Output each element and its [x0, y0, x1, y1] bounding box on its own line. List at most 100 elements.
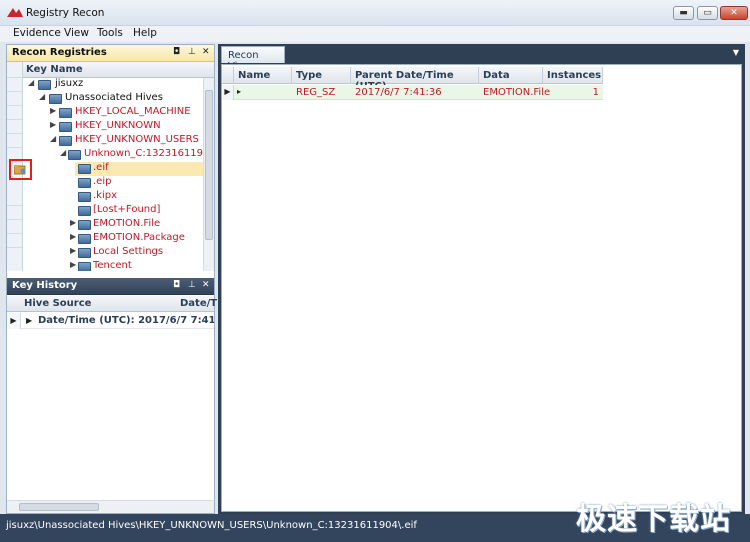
datetime-column[interactable]: Date/T — [180, 298, 217, 309]
key-history-row-text: Date/Time (UTC): 2017/6/7 7:41:36 — [38, 315, 214, 326]
hive-folder-icon — [49, 94, 62, 104]
status-path: jisuxz\Unassociated Hives\HKEY_UNKNOWN_U… — [6, 520, 417, 531]
expand-closed-icon[interactable]: ▶ — [70, 218, 78, 227]
tree-node-emotion-file[interactable]: ▶ EMOTION.File — [23, 218, 203, 232]
panel-close-icon[interactable]: ✕ — [202, 280, 210, 290]
tree-node-unknown-c[interactable]: ◢ Unknown_C:13231611904 — [23, 148, 203, 162]
tree-vertical-scrollbar[interactable] — [203, 78, 214, 271]
menu-evidence[interactable]: Evidence — [13, 27, 61, 39]
tree-node-hkey-unknown[interactable]: ▶ HKEY_UNKNOWN — [23, 120, 203, 134]
left-dock: Recon Registries ◘ ⊥ ✕ Key Name ◢ jisuxz — [6, 44, 217, 514]
menu-bar: Evidence View Tools Help — [0, 26, 750, 42]
tree-node-jisuxz[interactable]: ◢ jisuxz — [23, 78, 203, 92]
tree-node-hklm[interactable]: ▶ HKEY_LOCAL_MACHINE — [23, 106, 203, 120]
grid-corner — [222, 67, 234, 84]
registry-tree: ◢ jisuxz ◢ Unassociated Hives ▶ HKEY_LOC… — [23, 78, 203, 271]
menu-view[interactable]: View — [64, 27, 89, 39]
scrollbar-thumb[interactable] — [19, 503, 99, 511]
expand-open-icon[interactable]: ◢ — [39, 92, 47, 101]
tab-recon-view[interactable]: Recon View — [221, 46, 285, 72]
tree-node-label: .eip — [93, 176, 112, 187]
expand-closed-icon[interactable]: ▶ — [70, 246, 78, 255]
tree-node-emotion-package[interactable]: ▶ EMOTION.Package — [23, 232, 203, 246]
expand-open-icon[interactable]: ◢ — [60, 148, 68, 157]
panel-close-icon[interactable]: ✕ — [202, 47, 210, 57]
strip-divider — [7, 105, 22, 106]
key-folder-icon — [78, 262, 91, 271]
key-folder-icon — [78, 192, 91, 202]
strip-divider — [7, 91, 22, 92]
expand-closed-icon[interactable]: ▶ — [50, 120, 58, 129]
cell-instances: 1 — [592, 87, 599, 98]
close-icon: ✕ — [730, 8, 738, 18]
panel-dropdown-icon[interactable]: ◘ — [173, 280, 180, 290]
expand-closed-icon[interactable]: ▶ — [26, 316, 32, 325]
tree-node-label: HKEY_UNKNOWN — [75, 120, 161, 131]
key-folder-icon — [78, 234, 91, 244]
tree-node-unassociated-hives[interactable]: ◢ Unassociated Hives — [23, 92, 203, 106]
menu-tools[interactable]: Tools — [97, 27, 123, 39]
table-row[interactable]: ▶ ▸ REG_SZ 2017/6/7 7:41:36 EMOTION.File… — [222, 85, 603, 100]
tree-node-label: Tencent — [93, 260, 132, 271]
close-button[interactable]: ✕ — [720, 6, 748, 20]
minimize-button[interactable]: ▬ — [673, 6, 694, 20]
tree-node-hkey-unknown-users[interactable]: ◢ HKEY_UNKNOWN_USERS — [23, 134, 203, 148]
maximize-button[interactable]: ▭ — [697, 6, 718, 20]
recon-registries-title: Recon Registries — [12, 47, 107, 58]
column-parent-datetime[interactable]: Parent Date/Time (UTC) — [351, 67, 479, 92]
tree-node-eip[interactable]: .eip — [23, 176, 203, 190]
column-label: Type — [296, 70, 323, 81]
key-folder-icon — [78, 206, 91, 216]
tree-node-eif[interactable]: .eif — [75, 162, 203, 176]
strip-divider — [7, 247, 22, 248]
expand-closed-icon[interactable]: ▶ — [70, 232, 78, 241]
column-label: Name — [238, 70, 271, 81]
title-bar: Registry Recon ▬ ▭ ✕ — [0, 0, 750, 26]
column-instances[interactable]: Instances — [543, 67, 603, 84]
strip-divider — [7, 233, 22, 234]
key-folder-icon — [59, 136, 72, 146]
cell-type: REG_SZ — [296, 87, 336, 98]
tab-menu-chevron-down-icon[interactable]: ▼ — [733, 48, 739, 57]
scrollbar-thumb[interactable] — [205, 90, 213, 240]
key-folder-icon — [78, 248, 91, 258]
tree-node-kipx[interactable]: .kipx — [23, 190, 203, 204]
recon-view-grid: Name Type Parent Date/Time (UTC) Data In… — [221, 64, 742, 512]
app-logo-icon — [7, 8, 23, 17]
key-history-row[interactable]: ▶ ▶ Date/Time (UTC): 2017/6/7 7:41:36 — [7, 313, 214, 329]
strip-divider — [7, 147, 22, 148]
column-type[interactable]: Type — [292, 67, 351, 84]
expand-open-icon[interactable]: ◢ — [28, 78, 36, 87]
tree-node-label: Unknown_C:13231611904 — [84, 148, 203, 159]
tree-node-local-settings[interactable]: ▶ Local Settings — [23, 246, 203, 260]
key-history-header: Key History ◘ ⊥ ✕ — [7, 278, 214, 295]
tree-node-label: [Lost+Found] — [93, 204, 161, 215]
strip-divider — [7, 219, 22, 220]
expand-closed-icon[interactable]: ▶ — [70, 260, 78, 269]
strip-divider — [7, 205, 22, 206]
cell-parent-datetime: 2017/6/7 7:41:36 — [355, 87, 442, 98]
row-indicator-icon: ▶ — [7, 313, 21, 329]
menu-help[interactable]: Help — [133, 27, 157, 39]
key-name-column-label: Key Name — [26, 64, 83, 75]
column-label: Instances — [547, 70, 602, 81]
hive-source-column[interactable]: Hive Source — [24, 298, 91, 309]
maximize-icon: ▭ — [703, 8, 712, 18]
minimize-icon: ▬ — [679, 8, 688, 18]
panel-dropdown-icon[interactable]: ◘ — [173, 47, 180, 57]
expand-closed-icon[interactable]: ▸ — [237, 87, 241, 96]
panel-pin-icon[interactable]: ⊥ — [188, 47, 196, 57]
recon-registries-header: Recon Registries ◘ ⊥ ✕ — [7, 45, 214, 62]
expand-closed-icon[interactable]: ▶ — [50, 106, 58, 115]
panel-pin-icon[interactable]: ⊥ — [188, 280, 196, 290]
history-horizontal-scrollbar[interactable] — [7, 500, 214, 513]
key-name-column-header[interactable]: Key Name — [23, 62, 214, 78]
expand-open-icon[interactable]: ◢ — [50, 134, 58, 143]
tree-node-tencent[interactable]: ▶ Tencent — [23, 260, 203, 271]
tree-node-lost-found[interactable]: [Lost+Found] — [23, 204, 203, 218]
key-folder-icon — [78, 178, 91, 188]
column-data[interactable]: Data — [479, 67, 543, 84]
tree-node-label: EMOTION.File — [93, 218, 161, 229]
tree-node-label: HKEY_UNKNOWN_USERS — [75, 134, 199, 145]
column-name[interactable]: Name — [234, 67, 292, 84]
